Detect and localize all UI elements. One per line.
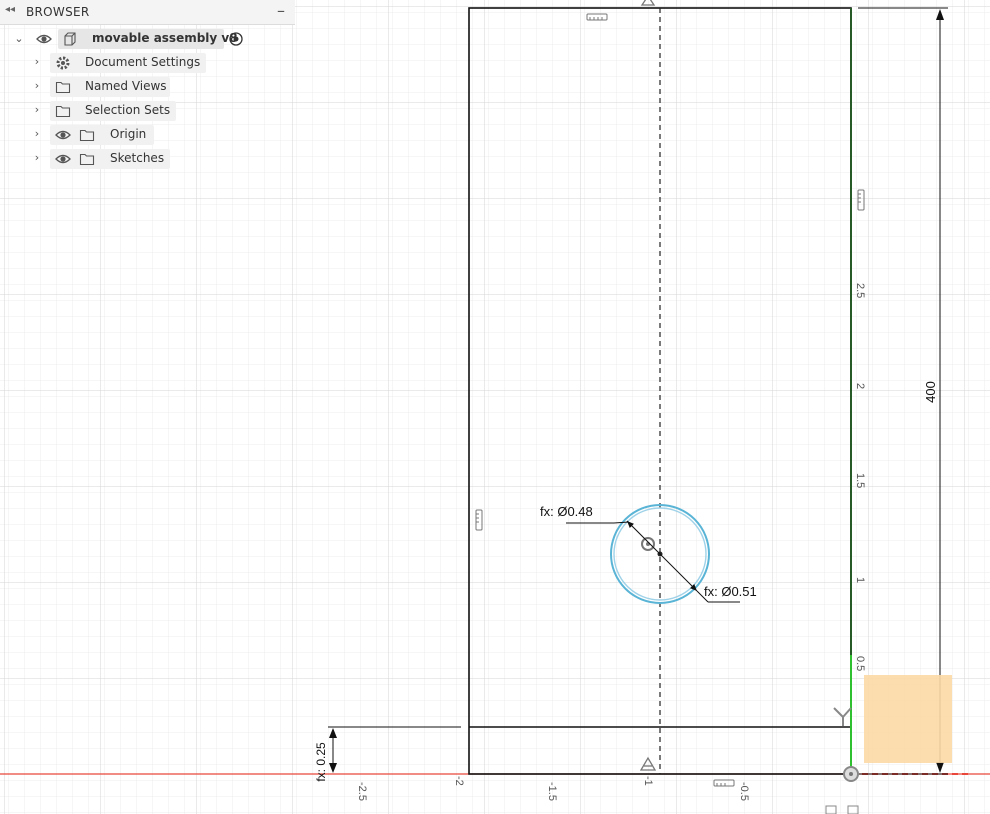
minimize-panel-button[interactable]: –: [277, 1, 285, 20]
browser-item-root[interactable]: ⌄ movable assembly v8: [0, 29, 260, 49]
gear-icon: [56, 56, 70, 70]
browser-item-label: Selection Sets: [85, 103, 171, 117]
browser-item-document-settings[interactable]: › Document Settings: [0, 53, 210, 73]
highlight-region: [864, 675, 952, 763]
browser-panel: ◂◂ BROWSER – ⌄ movable assembly v8 › Doc…: [0, 0, 295, 175]
folder-icon: [55, 105, 71, 118]
browser-item-label: Sketches: [110, 151, 165, 165]
ruler-label-v: 2.5: [854, 283, 866, 298]
ruler-label-v: 1: [854, 577, 866, 583]
ruler-label-v: 2: [854, 383, 866, 389]
ruler-label-h: -2.5: [356, 782, 368, 801]
ruler-label-h: -1.5: [546, 782, 558, 801]
eye-icon[interactable]: [55, 151, 71, 167]
chevron-right-icon[interactable]: ›: [32, 127, 42, 140]
browser-item-named-views[interactable]: › Named Views: [0, 77, 180, 97]
dimension-height[interactable]: 400: [923, 381, 938, 403]
chevron-right-icon[interactable]: ›: [32, 103, 42, 116]
chevron-right-icon[interactable]: ›: [32, 55, 42, 68]
dimension-bottom[interactable]: fx: 0.25: [314, 742, 328, 782]
collapse-panel-icon[interactable]: ◂◂: [5, 4, 15, 15]
browser-item-selection-sets[interactable]: › Selection Sets: [0, 101, 180, 121]
dimension-diameter-inner[interactable]: fx: Ø0.48: [540, 504, 593, 519]
folder-icon: [55, 81, 71, 94]
chevron-right-icon[interactable]: ›: [32, 151, 42, 164]
browser-header: ◂◂ BROWSER –: [0, 0, 295, 25]
ruler-label-h: -2: [453, 776, 465, 786]
chevron-right-icon[interactable]: ›: [32, 79, 42, 92]
ruler-label-v: 0.5: [854, 656, 866, 671]
browser-item-sketches[interactable]: › Sketches: [0, 149, 175, 169]
ruler-label-h: -1: [642, 776, 654, 786]
folder-icon: [79, 129, 95, 142]
eye-icon[interactable]: [36, 31, 52, 47]
browser-title: BROWSER: [26, 5, 90, 19]
ruler-label-v: 1.5: [854, 473, 866, 488]
ruler-label-h: -0.5: [738, 782, 750, 801]
origin-dot: [849, 772, 853, 776]
chevron-down-icon[interactable]: ⌄: [14, 32, 24, 45]
browser-item-origin[interactable]: › Origin: [0, 125, 160, 145]
browser-item-label: Named Views: [85, 79, 167, 93]
eye-icon[interactable]: [55, 127, 71, 143]
browser-item-label: Origin: [110, 127, 147, 141]
activate-target-icon[interactable]: [228, 31, 244, 47]
component-icon: [64, 32, 76, 46]
browser-item-label: Document Settings: [85, 55, 201, 69]
dimension-diameter-outer[interactable]: fx: Ø0.51: [704, 584, 757, 599]
browser-item-label: movable assembly v8: [92, 31, 238, 45]
folder-icon: [79, 153, 95, 166]
